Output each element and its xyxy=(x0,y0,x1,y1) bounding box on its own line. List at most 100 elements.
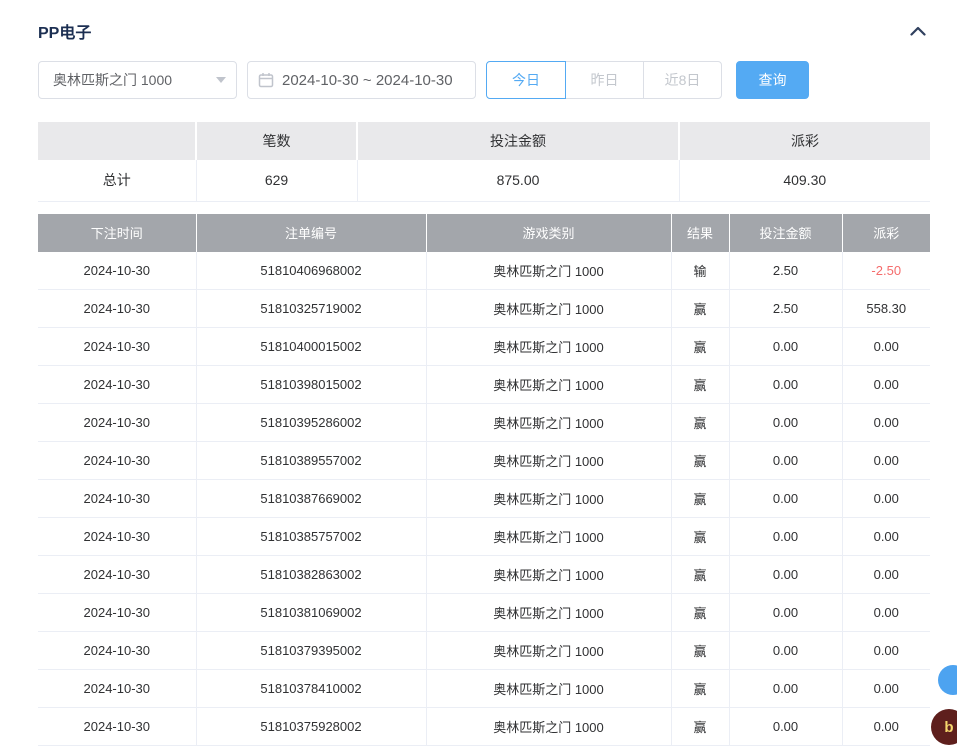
header-bet-time: 下注时间 xyxy=(38,214,196,252)
payout-cell: 0.00 xyxy=(842,328,930,366)
quick-date-group: 今日 昨日 近8日 xyxy=(486,61,722,99)
game-type-cell: 奥林匹斯之门 1000 xyxy=(426,556,671,594)
bet-time-cell: 2024-10-30 xyxy=(38,556,196,594)
bet-amount-cell: 0.00 xyxy=(729,404,842,442)
game-type-cell: 奥林匹斯之门 1000 xyxy=(426,594,671,632)
total-payout-cell: 409.30 xyxy=(679,160,930,201)
result-cell: 赢 xyxy=(671,556,729,594)
result-cell: 赢 xyxy=(671,594,729,632)
payout-cell: 0.00 xyxy=(842,404,930,442)
table-row: 2024-10-3051810378410002奥林匹斯之门 1000赢0.00… xyxy=(38,670,930,708)
bet-amount-cell: 0.00 xyxy=(729,442,842,480)
bet-amount-cell: 0.00 xyxy=(729,594,842,632)
result-cell: 赢 xyxy=(671,290,729,328)
game-type-cell: 奥林匹斯之门 1000 xyxy=(426,442,671,480)
table-row: 2024-10-3051810389557002奥林匹斯之门 1000赢0.00… xyxy=(38,442,930,480)
order-number-cell: 51810385757002 xyxy=(196,518,426,556)
bet-time-cell: 2024-10-30 xyxy=(38,328,196,366)
game-type-cell: 奥林匹斯之门 1000 xyxy=(426,404,671,442)
calendar-icon xyxy=(258,72,274,88)
summary-header-payout: 派彩 xyxy=(679,122,930,160)
result-cell: 赢 xyxy=(671,670,729,708)
summary-header-empty xyxy=(38,122,196,160)
bet-records-table: 下注时间 注单编号 游戏类别 结果 投注金额 派彩 2024-10-305181… xyxy=(38,214,930,746)
bet-amount-cell: 2.50 xyxy=(729,290,842,328)
order-number-cell: 51810378410002 xyxy=(196,670,426,708)
order-number-cell: 51810325719002 xyxy=(196,290,426,328)
result-cell: 赢 xyxy=(671,708,729,746)
bet-time-cell: 2024-10-30 xyxy=(38,366,196,404)
yesterday-button[interactable]: 昨日 xyxy=(565,61,644,99)
bet-time-cell: 2024-10-30 xyxy=(38,518,196,556)
last-8-days-button[interactable]: 近8日 xyxy=(643,61,722,99)
game-select[interactable]: 奥林匹斯之门 1000 xyxy=(38,61,237,99)
table-row: 2024-10-3051810398015002奥林匹斯之门 1000赢0.00… xyxy=(38,366,930,404)
bet-amount-cell: 2.50 xyxy=(729,252,842,290)
result-cell: 赢 xyxy=(671,404,729,442)
chevron-up-icon xyxy=(910,26,926,36)
table-row: 2024-10-3051810395286002奥林匹斯之门 1000赢0.00… xyxy=(38,404,930,442)
table-row: 2024-10-3051810375928002奥林匹斯之门 1000赢 0.00… xyxy=(38,708,930,746)
table-row: 2024-10-3051810382863002奥林匹斯之门 1000赢0.00… xyxy=(38,556,930,594)
table-header-row: 下注时间 注单编号 游戏类别 结果 投注金额 派彩 xyxy=(38,214,930,252)
result-cell: 赢 xyxy=(671,328,729,366)
header-result: 结果 xyxy=(671,214,729,252)
summary-header-count: 笔数 xyxy=(196,122,357,160)
search-button[interactable]: 查询 xyxy=(736,61,809,99)
order-number-cell: 51810379395002 xyxy=(196,632,426,670)
game-type-cell: 奥林匹斯之门 1000 xyxy=(426,708,671,746)
result-cell: 赢 xyxy=(671,480,729,518)
game-type-cell: 奥林匹斯之门 1000 xyxy=(426,670,671,708)
payout-cell: 0.00 xyxy=(842,708,930,746)
table-row: 2024-10-3051810400015002奥林匹斯之门 1000赢0.00… xyxy=(38,328,930,366)
bet-time-cell: 2024-10-30 xyxy=(38,442,196,480)
bet-amount-cell: 0.00 xyxy=(729,556,842,594)
bet-time-cell: 2024-10-30 xyxy=(38,594,196,632)
order-number-cell: 51810400015002 xyxy=(196,328,426,366)
bet-time-cell: 2024-10-30 xyxy=(38,404,196,442)
order-number-cell: 51810395286002 xyxy=(196,404,426,442)
bet-time-cell: 2024-10-30 xyxy=(38,708,196,746)
order-number-cell: 51810406968002 xyxy=(196,252,426,290)
table-row: 2024-10-3051810325719002奥林匹斯之门 1000赢2.50… xyxy=(38,290,930,328)
result-cell: 赢 xyxy=(671,632,729,670)
order-number-cell: 51810387669002 xyxy=(196,480,426,518)
filter-bar: 奥林匹斯之门 1000 2024-10-30 ~ 2024-10-30 今日 昨… xyxy=(38,61,930,99)
payout-cell: 0.00 xyxy=(842,670,930,708)
chevron-down-icon xyxy=(216,77,226,83)
payout-cell: 0.00 xyxy=(842,518,930,556)
payout-cell: 0.00 xyxy=(842,366,930,404)
game-type-cell: 奥林匹斯之门 1000 xyxy=(426,366,671,404)
order-number-cell: 51810375928002 xyxy=(196,708,426,746)
table-row: 2024-10-3051810381069002奥林匹斯之门 1000赢0.00… xyxy=(38,594,930,632)
payout-cell: 0.00 xyxy=(842,594,930,632)
payout-cell: 0.00 xyxy=(842,632,930,670)
total-label: 总计 xyxy=(38,160,196,201)
payout-cell: 0.00 xyxy=(842,480,930,518)
payout-cell: -2.50 xyxy=(842,252,930,290)
bet-time-cell: 2024-10-30 xyxy=(38,290,196,328)
table-row: 2024-10-3051810379395002奥林匹斯之门 1000赢0.00… xyxy=(38,632,930,670)
date-range-input[interactable]: 2024-10-30 ~ 2024-10-30 xyxy=(247,61,476,99)
result-cell: 赢 xyxy=(671,518,729,556)
table-row: 2024-10-3051810406968002奥林匹斯之门 1000输2.50… xyxy=(38,252,930,290)
game-select-value: 奥林匹斯之门 1000 xyxy=(53,70,172,90)
table-row: 2024-10-3051810385757002奥林匹斯之门 1000赢 0.00… xyxy=(38,518,930,556)
collapse-panel-button[interactable] xyxy=(910,26,930,36)
report-panel: PP电子 奥林匹斯之门 1000 2024-10-30 ~ 2024-10-30… xyxy=(0,0,957,746)
game-type-cell: 奥林匹斯之门 1000 xyxy=(426,518,671,556)
total-bet-amount-cell: 875.00 xyxy=(357,160,679,201)
page-title: PP电子 xyxy=(38,19,91,43)
bet-amount-cell: 0.00 xyxy=(729,670,842,708)
today-button[interactable]: 今日 xyxy=(486,61,566,99)
table-row: 2024-10-3051810387669002奥林匹斯之门 1000赢0.00… xyxy=(38,480,930,518)
order-number-cell: 51810398015002 xyxy=(196,366,426,404)
payout-cell: 558.30 xyxy=(842,290,930,328)
bet-amount-cell: 0.00 xyxy=(729,632,842,670)
bet-amount-cell: 0.00 xyxy=(729,328,842,366)
game-type-cell: 奥林匹斯之门 1000 xyxy=(426,328,671,366)
summary-table: 笔数 投注金额 派彩 总计 629 875.00 409.30 xyxy=(38,122,930,202)
game-type-cell: 奥林匹斯之门 1000 xyxy=(426,290,671,328)
order-number-cell: 51810381069002 xyxy=(196,594,426,632)
result-cell: 赢 xyxy=(671,442,729,480)
